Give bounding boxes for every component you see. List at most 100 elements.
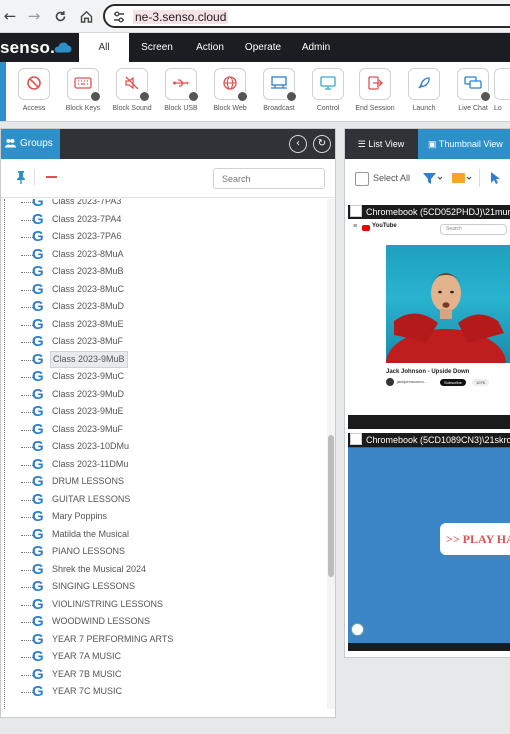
control-button[interactable]: Control [304,68,352,112]
tree-item[interactable]: G GUITAR LESSONS [1,491,321,509]
tree-item[interactable]: G Class 2023-9MuF [1,421,321,439]
pointer-icon[interactable] [490,171,500,188]
select-all-checkbox[interactable] [355,172,369,186]
tree-item-label: Class 2023-10DMu [52,441,130,452]
block-keys-button[interactable]: Block Keys [59,68,107,112]
subscribe-button: Subscribe [440,379,466,386]
refresh-icon[interactable]: ↻ [313,135,331,153]
tree-item-label: Class 2023-7PA6 [52,231,122,242]
tree-item[interactable]: G WOODWIND LESSONS [1,613,321,631]
google-classroom-icon: G [32,578,44,595]
tree-item-label: Class 2023-8MuA [52,248,124,259]
tree-item[interactable]: G Class 2023-9MuB [1,351,321,369]
google-classroom-icon: G [32,350,44,368]
tree-item[interactable]: G Mary Poppins [1,508,321,526]
tree-item[interactable]: G Class 2023-9MuC [1,368,321,386]
access-button[interactable]: Access [10,68,58,112]
tree-item[interactable]: G Class 2023-8MuE [1,316,321,334]
tree-item[interactable]: G Class 2023-10DMu [1,438,321,456]
filter-icon[interactable] [422,171,443,188]
chat-icon [464,75,482,94]
tree-item[interactable]: G Class 2023-7PA3 [1,199,321,211]
badge-icon [237,91,248,102]
tree-item[interactable]: G Class 2023-9MuD [1,386,321,404]
device-checkbox[interactable] [350,433,362,445]
tab-groups[interactable]: Groups [1,129,60,159]
tree-item[interactable]: G VIOLIN/STRING LESSONS [1,596,321,614]
groups-scrollbar-thumb[interactable] [328,435,334,577]
tree-item[interactable]: G Class 2023-7PA6 [1,228,321,246]
tree-item[interactable]: G Shrek the Musical 2024 [1,561,321,579]
nav-tab-action[interactable]: Action [185,33,235,62]
tree-item-label: Class 2023-11DMu [52,458,129,469]
tree-item[interactable]: G YEAR 7 PERFORMING ARTS [1,631,321,649]
groups-scrollbar[interactable] [327,199,335,709]
tree-item[interactable]: G Class 2023-8MuF [1,333,321,351]
nav-tab-operate[interactable]: Operate [238,33,288,62]
google-classroom-icon: G [32,298,44,315]
google-classroom-icon: G [32,490,44,508]
google-classroom-icon: G [32,508,44,525]
tree-item[interactable]: G SINGING LESSONS [1,578,321,596]
back-arrow-icon[interactable]: ← [0,6,20,26]
live-chat-button[interactable]: Live Chat [449,68,497,112]
device-screen[interactable]: >> PLAY HA [348,447,510,643]
tree-item[interactable]: G Class 2023-8MuC [1,281,321,299]
tree-item[interactable]: G PIANO LESSONS [1,543,321,561]
end-session-button[interactable]: End Session [351,68,399,112]
tree-item-label: Class 2023-8MuE [52,318,124,329]
site-settings-icon[interactable] [112,10,126,24]
tree-item-label: Class 2023-9MuB [50,350,128,368]
video-title: Jack Johnson - Upside Down [386,369,470,375]
device-checkbox[interactable] [350,205,362,217]
tree-item-label: YEAR 7A MUSIC [52,651,122,662]
tree-item[interactable]: G YEAR 7B MUSIC [1,666,321,684]
tree-item[interactable]: G DRUM LESSONS [1,473,321,491]
google-classroom-icon: G [32,228,44,245]
nav-tab-admin[interactable]: Admin [291,33,341,62]
tree-item[interactable]: G Class 2023-7PA4 [1,211,321,229]
tree-item[interactable]: G Class 2023-8MuB [1,263,321,281]
toolbar-left-tab[interactable] [0,62,6,121]
select-all-label: Select All [373,173,411,183]
nav-tab-all[interactable]: All [79,33,129,62]
google-classroom-icon: G [32,438,44,455]
tree-item[interactable]: G YEAR 7A MUSIC [1,648,321,666]
tree-item[interactable]: G Class 2023-8MuA [1,246,321,264]
channel-avatar [386,378,394,386]
channel-name: jackjohnsonmu... [397,379,428,384]
tree-item[interactable]: G Class 2023-9MuE [1,403,321,421]
address-bar[interactable]: ne-3.senso.cloud [103,4,510,28]
tree-item[interactable]: G Class 2023-11DMu [1,456,321,474]
tree-item-label: Mary Poppins [52,511,108,522]
tree-item-label: DRUM LESSONS [52,476,125,487]
home-icon[interactable] [76,6,96,26]
tab-thumbnail-view[interactable]: ▣ Thumbnail View [418,129,510,159]
lock-button[interactable]: Lo [494,68,510,112]
tree-item[interactable]: G Class 2023-8MuD [1,298,321,316]
device-card[interactable]: Chromebook (5CD1089CN3)\21skro >> PLAY H… [348,433,510,651]
tab-list-view[interactable]: ☰ List View [345,129,417,159]
forward-arrow-icon[interactable]: → [24,6,44,26]
google-classroom-icon: G [32,315,44,333]
pin-icon[interactable] [15,170,27,187]
device-card[interactable]: Chromebook (5CD052PHDJ)\21murp ≡ YouTube… [348,205,510,429]
nav-tab-screen[interactable]: Screen [132,33,182,62]
tree-item-label: VIOLIN/STRING LESSONS [52,598,164,609]
color-tag-icon[interactable] [451,171,473,188]
block-web-button[interactable]: Block Web [206,68,254,112]
broadcast-button[interactable]: Broadcast [255,68,303,112]
reload-icon[interactable] [50,6,70,26]
block-sound-button[interactable]: Block Sound [108,68,156,112]
tree-item[interactable]: G YEAR 7C MUSIC [1,683,321,701]
google-classroom-icon: G [32,210,44,228]
groups-search-input[interactable] [213,168,325,189]
block-usb-button[interactable]: Block USB [157,68,205,112]
tree-item-label: Class 2023-9MuE [52,406,124,417]
thumbnail-icon: ▣ [428,139,439,149]
launch-button[interactable]: Launch [400,68,448,112]
tree-item[interactable]: G Matilda the Musical [1,526,321,544]
remove-icon[interactable] [46,176,57,178]
device-screen[interactable]: ≡ YouTube Search Jack Johnson - Upside D… [348,219,510,415]
collapse-panel-icon[interactable]: ‹ [289,135,307,153]
